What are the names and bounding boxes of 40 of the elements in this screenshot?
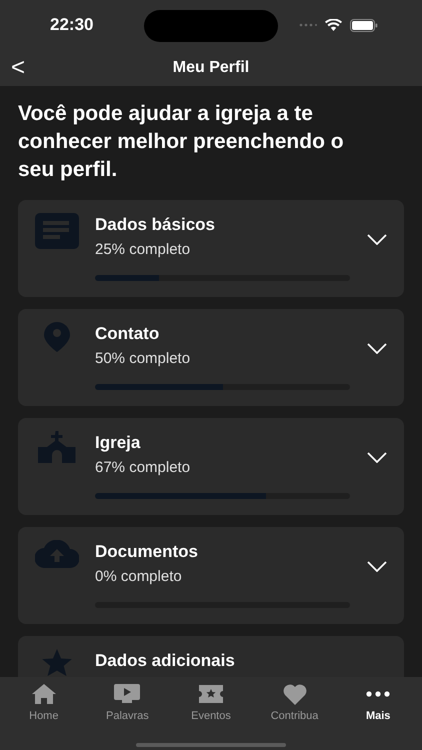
section-title: Contato bbox=[95, 323, 160, 345]
profile-section-card[interactable]: Dados básicos 25% completo bbox=[18, 200, 404, 297]
chevron-down-icon bbox=[367, 234, 387, 245]
more-icon bbox=[366, 691, 390, 697]
tab-bar-item[interactable]: Mais bbox=[336, 683, 420, 723]
home-icon bbox=[32, 684, 56, 704]
profile-section-card[interactable]: Dados adicionais bbox=[18, 636, 404, 677]
progress-text: 25% completo bbox=[95, 240, 192, 260]
status-time: 22:30 bbox=[50, 14, 94, 36]
chevron-down-icon bbox=[367, 452, 387, 463]
section-title: Igreja bbox=[95, 432, 142, 454]
section-title: Dados básicos bbox=[95, 214, 216, 236]
intro-text: Você pode ajudar a igreja a te conhecer melhor preenchendo o seu perfil. bbox=[18, 101, 345, 183]
location-pin-icon bbox=[44, 322, 70, 352]
ticket-icon bbox=[198, 685, 223, 703]
progress-text: 0% completo bbox=[95, 567, 183, 587]
chevron-down-icon bbox=[367, 561, 387, 572]
video-play-icon bbox=[114, 684, 140, 704]
profile-section-card[interactable]: Igreja 67% completo bbox=[18, 418, 404, 515]
document-icon bbox=[34, 213, 78, 249]
progress-text: 50% completo bbox=[95, 349, 192, 369]
heart-icon bbox=[282, 684, 307, 704]
section-title: Dados adicionais bbox=[95, 650, 235, 672]
back-button[interactable]: < bbox=[8, 54, 28, 82]
profile-section-card[interactable]: Contato 50% completo bbox=[18, 309, 404, 406]
church-icon bbox=[38, 431, 76, 463]
tab-bar-item[interactable]: Eventos bbox=[169, 683, 253, 723]
signal-icon bbox=[299, 23, 317, 27]
page-title: Meu Perfil bbox=[172, 58, 250, 78]
star-icon bbox=[42, 649, 72, 676]
profile-section-card[interactable]: Documentos 0% completo bbox=[18, 527, 404, 624]
section-title: Documentos bbox=[95, 541, 199, 563]
chevron-down-icon bbox=[367, 343, 387, 354]
tab-bar-item[interactable]: Palavras bbox=[86, 683, 170, 723]
battery-icon bbox=[350, 18, 378, 32]
tab-bar-item[interactable]: Home bbox=[2, 683, 86, 723]
cloud-upload-icon bbox=[34, 540, 78, 568]
tab-bar-item[interactable]: Contribua bbox=[252, 683, 336, 723]
progress-text: 67% completo bbox=[95, 458, 192, 478]
wifi-icon bbox=[325, 19, 342, 31]
